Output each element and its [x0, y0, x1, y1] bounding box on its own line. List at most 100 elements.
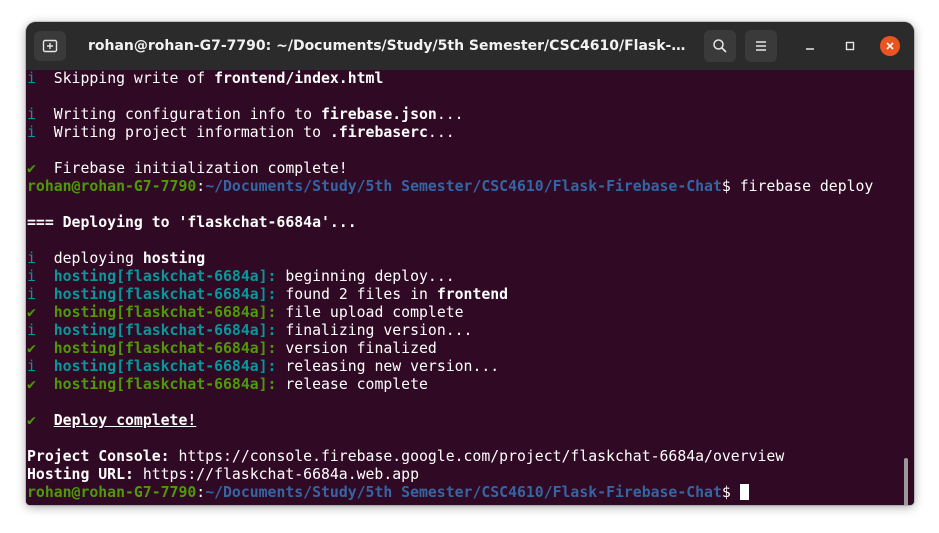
terminal-text: Writing configuration info to	[35, 106, 321, 123]
window-title: rohan@rohan-G7-7790: ~/Documents/Study/5…	[88, 38, 688, 54]
minimize-icon	[806, 48, 814, 50]
title-bar[interactable]: rohan@rohan-G7-7790: ~/Documents/Study/5…	[26, 22, 914, 70]
terminal-text: hosting[flaskchat-6684a]:	[53, 358, 277, 375]
terminal-line: Project Console: https://console.firebas…	[27, 448, 873, 466]
scrollbar-thumb[interactable]	[904, 458, 908, 505]
terminal-text: ✔	[27, 304, 36, 321]
terminal-text: hosting[flaskchat-6684a]:	[53, 304, 277, 321]
terminal-text: :	[196, 484, 206, 501]
terminal-window: rohan@rohan-G7-7790: ~/Documents/Study/5…	[26, 22, 914, 505]
terminal-text: firebase.json	[321, 106, 437, 123]
terminal-lines: i Skipping write of frontend/index.html i…	[27, 70, 873, 502]
terminal-text: i	[27, 322, 36, 339]
terminal-text: hosting[flaskchat-6684a]:	[53, 322, 277, 339]
terminal-line: i hosting[flaskchat-6684a]: beginning de…	[27, 268, 873, 286]
terminal-line: rohan@rohan-G7-7790:~/Documents/Study/5t…	[27, 178, 873, 196]
terminal-text: i	[27, 250, 36, 267]
terminal-text: hosting	[142, 250, 206, 267]
terminal-line: ✔ Firebase initialization complete!	[27, 160, 873, 178]
terminal-text: ✔	[27, 160, 36, 177]
terminal-text: .firebaserc	[329, 124, 428, 141]
terminal-text: ~/Documents/Study/5th Semester/CSC4610/F…	[205, 178, 722, 195]
terminal-text: frontend/index.html	[214, 70, 384, 87]
text-cursor	[739, 484, 749, 500]
terminal-text: i	[27, 286, 36, 303]
terminal-text: i	[27, 268, 36, 285]
maximize-icon	[845, 41, 855, 51]
terminal-text: ...	[436, 106, 464, 123]
terminal-text: ✔	[27, 412, 36, 429]
terminal-text: Project Console:	[27, 448, 170, 465]
terminal-text: Deploy complete!	[53, 412, 197, 429]
terminal-text: i	[27, 70, 36, 87]
new-tab-icon	[42, 39, 58, 53]
terminal-line: Hosting URL: https://flaskchat-6684a.web…	[27, 466, 873, 484]
minimize-button[interactable]	[800, 36, 820, 56]
search-button[interactable]	[704, 30, 736, 62]
terminal-text: release complete	[276, 376, 428, 393]
terminal-line: i hosting[flaskchat-6684a]: releasing ne…	[27, 358, 873, 376]
terminal-text: Skipping write of	[35, 70, 215, 87]
terminal-text: ✔	[27, 376, 36, 393]
terminal-line: ✔ hosting[flaskchat-6684a]: release comp…	[27, 376, 873, 394]
terminal-text: :	[196, 178, 206, 195]
terminal-text: Firebase initialization complete!	[35, 160, 348, 177]
terminal-text: https://console.firebase.google.com/proj…	[169, 448, 785, 465]
terminal-text: ~/Documents/Study/5th Semester/CSC4610/F…	[205, 484, 722, 501]
terminal-text: rohan@rohan-G7-7790	[27, 178, 197, 195]
terminal-line: i hosting[flaskchat-6684a]: found 2 file…	[27, 286, 873, 304]
terminal-text: Writing project information to	[35, 124, 330, 141]
terminal-text: $	[721, 484, 740, 501]
hamburger-menu-icon	[756, 41, 766, 51]
terminal-line: i deploying hosting	[27, 250, 873, 268]
terminal-text: rohan@rohan-G7-7790	[27, 484, 197, 501]
terminal-text: ...	[427, 124, 455, 141]
close-button[interactable]	[880, 36, 900, 56]
terminal-text: hosting[flaskchat-6684a]:	[53, 268, 277, 285]
terminal-text: finalizing version...	[276, 322, 473, 339]
close-icon	[886, 42, 894, 50]
terminal-line: === Deploying to 'flaskchat-6684a'...	[27, 214, 873, 232]
terminal-text: $ firebase deploy	[721, 178, 874, 195]
terminal-text: file upload complete	[276, 304, 464, 321]
terminal-text: found 2 files in	[276, 286, 437, 303]
search-icon	[713, 39, 727, 53]
menu-button[interactable]	[745, 30, 777, 62]
terminal-line: i Skipping write of frontend/index.html	[27, 70, 873, 88]
terminal-text: beginning deploy...	[276, 268, 455, 285]
new-tab-button[interactable]	[34, 31, 66, 61]
terminal-line: ✔ Deploy complete!	[27, 412, 873, 430]
terminal-text: i	[27, 124, 36, 141]
terminal-text: i	[27, 106, 36, 123]
terminal-text: https://flaskchat-6684a.web.app	[133, 466, 419, 483]
terminal-text: version finalized	[276, 340, 437, 357]
terminal-line: i Writing project information to .fireba…	[27, 124, 873, 142]
terminal-line: ✔ hosting[flaskchat-6684a]: file upload …	[27, 304, 873, 322]
terminal-text: === Deploying to 'flaskchat-6684a'...	[27, 214, 357, 231]
terminal-line: ✔ hosting[flaskchat-6684a]: version fina…	[27, 340, 873, 358]
terminal-text: i	[27, 358, 36, 375]
terminal-line: i hosting[flaskchat-6684a]: finalizing v…	[27, 322, 873, 340]
terminal-text: hosting[flaskchat-6684a]:	[53, 286, 277, 303]
terminal-output[interactable]: i Skipping write of frontend/index.html i…	[26, 70, 914, 505]
terminal-text: deploying	[35, 250, 143, 267]
terminal-text: frontend	[436, 286, 509, 303]
maximize-button[interactable]	[840, 36, 860, 56]
terminal-line: i Writing configuration info to firebase…	[27, 106, 873, 124]
terminal-text: Hosting URL:	[27, 466, 134, 483]
terminal-line: rohan@rohan-G7-7790:~/Documents/Study/5t…	[27, 484, 873, 502]
